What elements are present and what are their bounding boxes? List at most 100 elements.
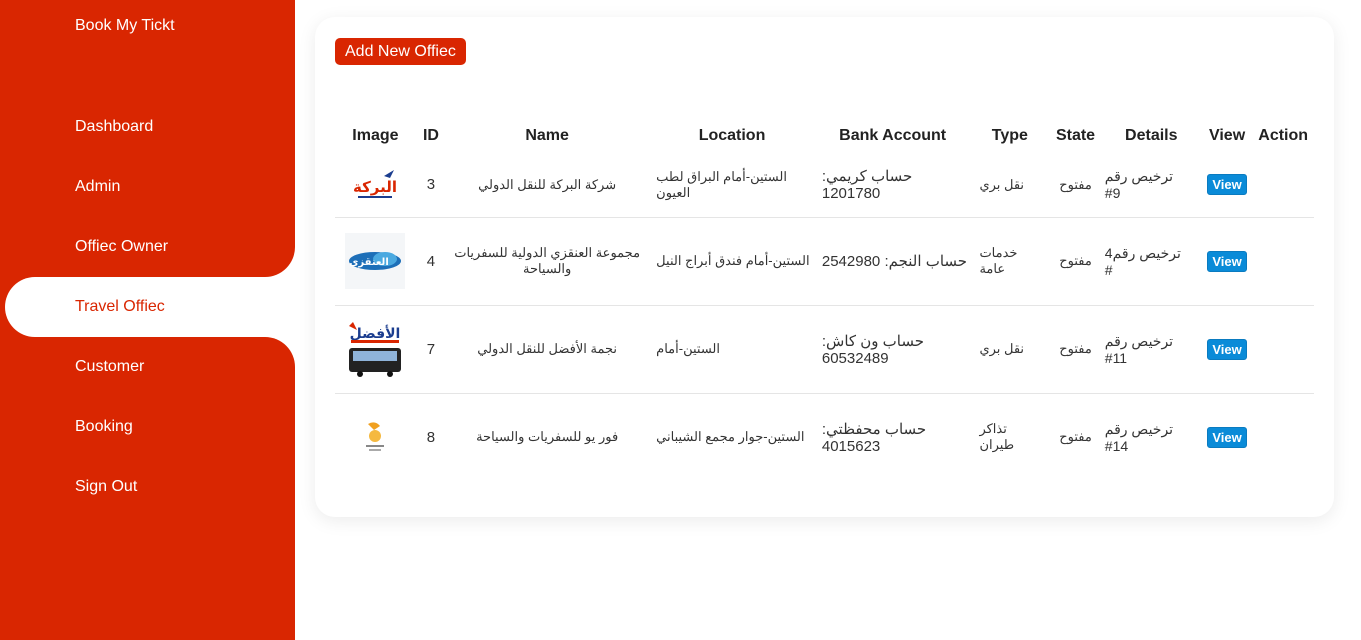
column-header-view: View bbox=[1208, 127, 1246, 144]
action-cell bbox=[1252, 305, 1314, 394]
sidebar-item-label: Sign Out bbox=[75, 478, 138, 495]
details-cell: ترخيص رقم 14# bbox=[1101, 393, 1202, 481]
sidebar-item-booking[interactable]: Booking bbox=[0, 397, 295, 457]
state-cell: مفتوح bbox=[1059, 429, 1092, 445]
type-cell: نقل بري bbox=[969, 153, 1051, 218]
sidebar-item-admin[interactable]: Admin bbox=[0, 157, 295, 217]
sidebar-item-label: Travel Offiec bbox=[75, 298, 165, 315]
offices-table: Image ID Name Location Bank Account Type… bbox=[335, 119, 1314, 481]
type-text: خدمات عامة bbox=[979, 245, 1018, 276]
location-cell: الستين-أمام فندق أبراج النيل bbox=[648, 217, 816, 306]
sidebar-item-customer[interactable]: Customer bbox=[0, 337, 295, 397]
view-cell: View bbox=[1202, 393, 1253, 481]
image-cell: الأفضل bbox=[335, 305, 416, 394]
view-button[interactable]: View bbox=[1207, 250, 1247, 272]
table-header-row: Image ID Name Location Bank Account Type… bbox=[335, 119, 1314, 153]
location-cell: الستين-أمام bbox=[648, 305, 816, 394]
table-row: الأفضل 7 نجمة الأفضل للنقل الدولي الستين… bbox=[335, 305, 1314, 394]
offices-card: Add New Offiec Image ID Name Location Ba… bbox=[315, 17, 1334, 517]
name-cell: فور يو للسفريات والسياحة bbox=[476, 429, 619, 445]
column-header-id: ID bbox=[422, 127, 439, 144]
location-cell: الستين-جوار مجمع الشيباني bbox=[648, 393, 816, 481]
state-cell: مفتوح bbox=[1050, 305, 1101, 394]
view-button[interactable]: View bbox=[1207, 174, 1247, 196]
details-text: ترخيص رقم4 # bbox=[1104, 244, 1181, 278]
sidebar-item-label: Dashboard bbox=[75, 118, 154, 135]
action-cell bbox=[1252, 393, 1314, 481]
column-header-location: Location bbox=[698, 127, 766, 144]
svg-text:البركة: البركة bbox=[353, 178, 397, 196]
details-text: ترخيص رقم 9# bbox=[1104, 168, 1174, 202]
view-button[interactable]: View bbox=[1207, 426, 1247, 448]
sidebar-item-label: Offiec Owner bbox=[75, 238, 169, 255]
sidebar-item-label: Booking bbox=[75, 418, 133, 435]
sidebar-item-label: Admin bbox=[75, 178, 121, 195]
type-text: تذاكر طيران bbox=[979, 421, 1015, 453]
sidebar-item-sign-out[interactable]: Sign Out bbox=[0, 457, 295, 517]
sidebar-nav: Dashboard Admin Offiec Owner Travel Offi… bbox=[0, 97, 295, 517]
type-cell: خدمات عامة bbox=[969, 217, 1051, 306]
table-row: العنقزي 4 مجموعة العنقزي الدولية للسفريا… bbox=[335, 217, 1314, 306]
action-cell bbox=[1252, 217, 1314, 306]
type-cell: نقل بري bbox=[969, 305, 1051, 394]
bank-account-cell: حساب ون كاش: 60532489 bbox=[815, 305, 970, 394]
id-cell: 4 bbox=[415, 217, 447, 306]
bank-account-text: حساب النجم: 2542980 bbox=[821, 253, 968, 270]
location-text: الستين-أمام البراق لطب العيون bbox=[656, 168, 787, 200]
view-cell: View bbox=[1201, 305, 1253, 394]
name-cell: شركة البركة للنقل الدولي bbox=[446, 153, 649, 218]
details-cell: ترخيص رقم 9# bbox=[1100, 153, 1202, 218]
column-header-name: Name bbox=[525, 127, 569, 144]
svg-text:العنقزي: العنقزي bbox=[350, 257, 390, 268]
image-cell bbox=[335, 393, 416, 481]
id-cell: 7 bbox=[415, 305, 447, 394]
type-text: نقل بري bbox=[979, 176, 1025, 192]
bank-account-text: حساب ون كاش: 60532489 bbox=[821, 332, 925, 367]
details-cell: ترخيص رقم 11# bbox=[1100, 305, 1202, 394]
bank-account-cell: حساب محفظتي: 4015623 bbox=[816, 393, 970, 481]
action-cell bbox=[1252, 153, 1314, 218]
location-text: الستين-أمام bbox=[656, 341, 720, 356]
details-text: ترخيص رقم 14# bbox=[1104, 420, 1174, 454]
state-cell: مفتوح bbox=[1050, 217, 1101, 306]
bank-account-cell: حساب النجم: 2542980 bbox=[815, 217, 970, 306]
alafdal-logo: الأفضل bbox=[345, 318, 406, 380]
sidebar-item-dashboard[interactable]: Dashboard bbox=[0, 97, 295, 157]
sidebar-item-offiec-owner[interactable]: Offiec Owner bbox=[0, 217, 295, 277]
column-header-action: Action bbox=[1258, 127, 1309, 144]
brand-title: Book My Tickt bbox=[75, 17, 175, 34]
add-new-office-button[interactable]: Add New Offiec bbox=[335, 38, 466, 65]
id-cell: 3 bbox=[415, 153, 447, 218]
state-cell: مفتوح bbox=[1050, 153, 1101, 218]
image-cell: العنقزي bbox=[335, 217, 416, 306]
albaraka-logo: البركة bbox=[345, 155, 405, 215]
column-header-image: Image bbox=[352, 127, 399, 144]
bank-account-cell: حساب كريمي: 1201780 bbox=[815, 153, 970, 218]
column-header-details: Details bbox=[1125, 127, 1178, 144]
type-cell: تذاكر طيران bbox=[969, 393, 1050, 481]
details-cell: ترخيص رقم4 # bbox=[1100, 217, 1202, 306]
table-row: البركة 3 شركة البركة للنقل الدولي الستين… bbox=[335, 153, 1314, 218]
column-header-bank-account: Bank Account bbox=[839, 127, 947, 144]
table-row: 8 فور يو للسفريات والسياحة الستين-جوار م… bbox=[335, 393, 1314, 481]
id-cell: 8 bbox=[426, 428, 436, 446]
view-cell: View bbox=[1201, 217, 1253, 306]
svg-text:الأفضل: الأفضل bbox=[350, 325, 401, 342]
column-header-state: State bbox=[1055, 127, 1096, 144]
sidebar-item-travel-offiec[interactable]: Travel Offiec bbox=[5, 277, 295, 337]
name-cell: مجموعة العنقزي الدولية للسفريات والسياحة bbox=[446, 217, 649, 306]
view-button[interactable]: View bbox=[1207, 338, 1247, 360]
location-text: الستين-أمام فندق أبراج النيل bbox=[656, 253, 810, 268]
name-cell: نجمة الأفضل للنقل الدولي bbox=[446, 305, 649, 394]
image-cell: البركة bbox=[335, 153, 416, 218]
alanqazi-logo: العنقزي bbox=[345, 231, 406, 291]
location-cell: الستين-أمام البراق لطب العيون bbox=[648, 153, 816, 218]
details-text: ترخيص رقم 11# bbox=[1104, 332, 1174, 366]
view-cell: View bbox=[1201, 153, 1253, 218]
sidebar: Book My Tickt Dashboard Admin Offiec Own… bbox=[0, 0, 295, 640]
foryou-logo bbox=[345, 407, 405, 467]
bank-account-text: حساب كريمي: 1201780 bbox=[821, 168, 913, 203]
bank-account-text: حساب محفظتي: 4015623 bbox=[821, 420, 927, 455]
column-header-type: Type bbox=[991, 127, 1028, 144]
sidebar-item-label: Customer bbox=[75, 358, 145, 375]
